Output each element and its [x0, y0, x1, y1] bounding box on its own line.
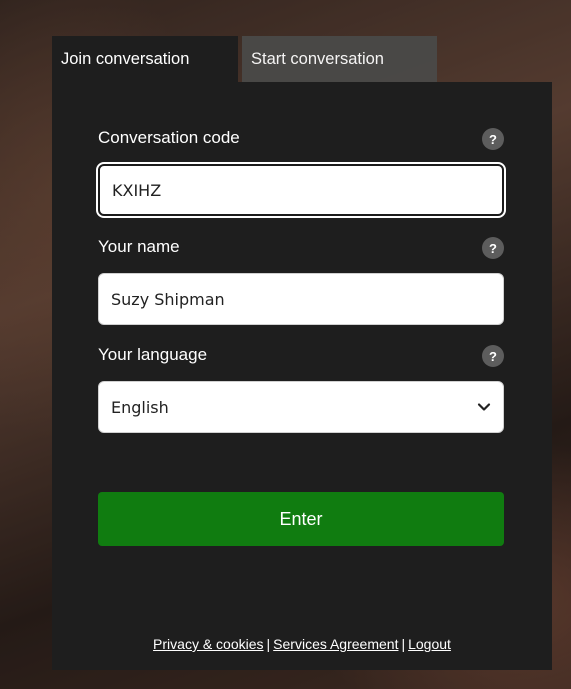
- tab-bar: Join conversation Start conversation: [52, 36, 437, 82]
- language-select[interactable]: English: [98, 381, 504, 433]
- chevron-down-icon: [477, 400, 491, 414]
- footer-separator: |: [266, 636, 271, 652]
- services-agreement-link[interactable]: Services Agreement: [273, 636, 398, 652]
- question-mark-icon[interactable]: ?: [482, 237, 504, 259]
- conversation-widget: Join conversation Start conversation Con…: [52, 36, 552, 670]
- conversation-code-group: Conversation code ?: [98, 128, 504, 216]
- join-panel: Conversation code ? Your name ? Your lan…: [52, 82, 552, 670]
- privacy-cookies-link[interactable]: Privacy & cookies: [153, 636, 263, 652]
- question-mark-icon[interactable]: ?: [482, 128, 504, 150]
- enter-button[interactable]: Enter: [98, 492, 504, 546]
- conversation-code-input[interactable]: [98, 164, 504, 216]
- logout-link[interactable]: Logout: [408, 636, 451, 652]
- footer-links: Privacy & cookies | Services Agreement | Log…: [52, 636, 552, 652]
- tab-start-conversation[interactable]: Start conversation: [242, 36, 437, 82]
- language-selected-value: English: [111, 397, 169, 417]
- question-mark-icon[interactable]: ?: [482, 345, 504, 367]
- language-label: Your language: [98, 345, 208, 364]
- name-label: Your name: [98, 237, 180, 256]
- conversation-code-label: Conversation code: [98, 128, 240, 147]
- conversation-code-label-line: Conversation code ?: [98, 128, 504, 154]
- tab-join-conversation[interactable]: Join conversation: [52, 36, 238, 82]
- footer-separator: |: [401, 636, 406, 652]
- name-input[interactable]: [98, 273, 504, 325]
- name-label-line: Your name ?: [98, 237, 504, 263]
- language-label-line: Your language ?: [98, 345, 504, 371]
- name-group: Your name ?: [98, 237, 504, 325]
- language-group: Your language ? English: [98, 345, 504, 433]
